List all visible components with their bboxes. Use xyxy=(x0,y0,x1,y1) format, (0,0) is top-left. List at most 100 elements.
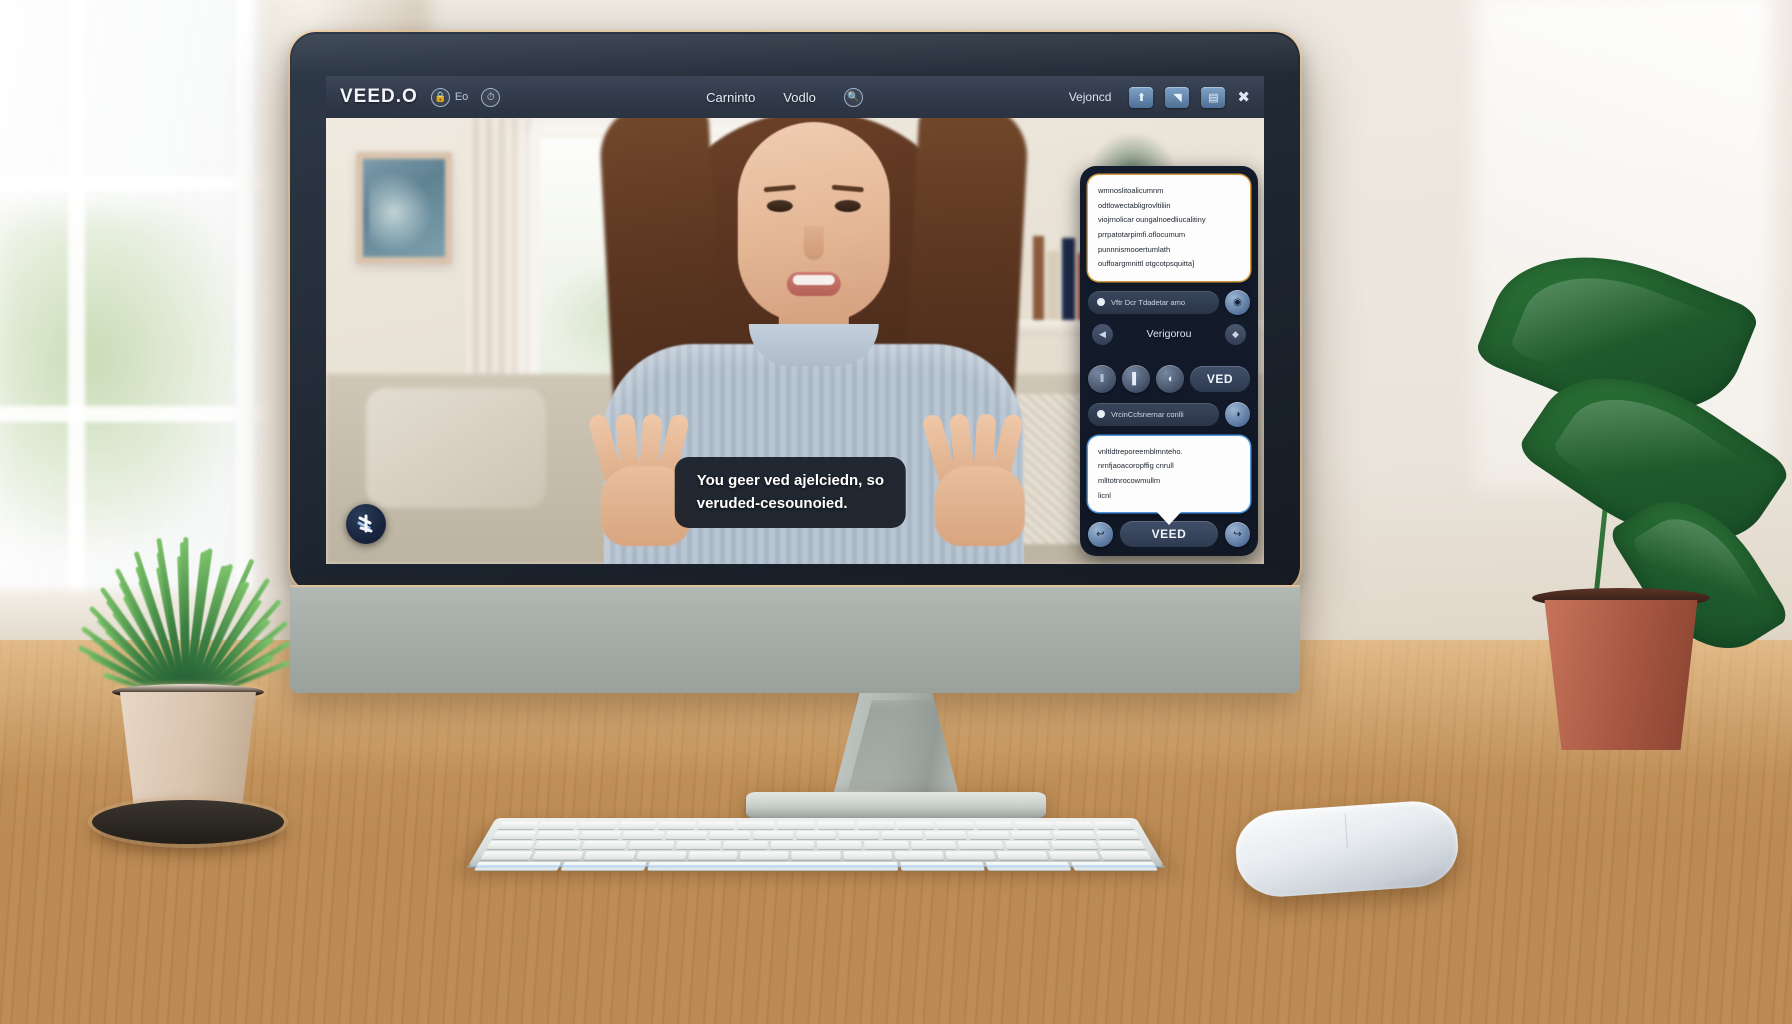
keyboard-key[interactable] xyxy=(838,831,880,840)
keyboard-key[interactable] xyxy=(617,821,657,830)
columns-tool[interactable]: ‖ xyxy=(1088,364,1116,393)
video-stage[interactable]: You geer ved ajelciedn, so veruded-cesou… xyxy=(326,118,1264,564)
color-nav-label: Verigorou xyxy=(1146,328,1192,341)
voice-option-row: VrcinCcfsnernar conlli ◑ xyxy=(1088,401,1250,427)
keyboard-key[interactable] xyxy=(532,851,585,860)
keyboard-key[interactable] xyxy=(1093,821,1135,830)
keyboard-key[interactable] xyxy=(795,831,837,840)
keyboard-key[interactable] xyxy=(1052,831,1097,840)
keyboard-key[interactable] xyxy=(577,821,618,830)
keyboard-key[interactable] xyxy=(1004,841,1052,850)
keyboard-key[interactable] xyxy=(665,831,708,840)
eyedropper-tool[interactable]: ◖ xyxy=(1156,364,1184,393)
keyboard-key[interactable] xyxy=(1014,821,1055,830)
keyboard-key[interactable] xyxy=(533,841,582,850)
keyboard-key[interactable] xyxy=(894,851,945,860)
keyboard-key[interactable] xyxy=(945,851,997,860)
eye-left xyxy=(766,200,793,212)
keyboard-key[interactable] xyxy=(1099,851,1152,860)
keyboard-key[interactable] xyxy=(687,851,738,860)
record-button[interactable]: ◉ xyxy=(1225,289,1250,315)
keyboard-key[interactable] xyxy=(843,851,893,860)
menu-vodlo[interactable]: Vodlo xyxy=(783,90,816,105)
note-line: odtlowectabligrovltiliin xyxy=(1098,200,1171,210)
keyboard-key[interactable] xyxy=(628,841,675,850)
editor-side-panel: wmnoslitoalicumnm odtlowectabligrovltili… xyxy=(1080,166,1258,556)
keyboard[interactable] xyxy=(466,818,1166,871)
undo-button[interactable]: ↩ xyxy=(1088,521,1113,547)
keyboard-key[interactable] xyxy=(722,841,768,850)
app-logo[interactable]: VEED.O xyxy=(340,86,418,108)
monitor-screen: VEED.O 🔒 Eo ⏱ Carninto Vodlo 🔍 Vejoncd ⬆… xyxy=(326,76,1264,564)
keyboard-key[interactable] xyxy=(657,821,697,830)
voice-toggle-button[interactable]: ◑ xyxy=(1225,401,1250,427)
keyboard-key[interactable] xyxy=(739,851,789,860)
keyboard-key[interactable] xyxy=(1095,831,1140,840)
keyboard-key[interactable] xyxy=(996,851,1049,860)
keyboard-key[interactable] xyxy=(864,841,910,850)
share-button[interactable]: ◥ xyxy=(1165,86,1190,108)
keyboard-key[interactable] xyxy=(486,841,535,850)
keyboard-key[interactable] xyxy=(580,841,628,850)
keyboard-key[interactable] xyxy=(622,831,665,840)
search-icon[interactable]: 🔍 xyxy=(843,87,863,107)
keyboard-key[interactable] xyxy=(709,831,751,840)
user-label[interactable]: Vejoncd xyxy=(1069,90,1112,104)
keyboard-key[interactable] xyxy=(1054,821,1095,830)
lock-chip[interactable]: 🔒 Eo xyxy=(430,87,468,107)
keyboard-key[interactable] xyxy=(957,841,1004,850)
keyboard-key[interactable] xyxy=(856,821,895,830)
close-icon[interactable]: ✖ xyxy=(1237,88,1250,106)
keyboard-key[interactable] xyxy=(1050,841,1099,850)
keyboard-key[interactable] xyxy=(752,831,794,840)
subtitle-style-pill[interactable]: Vftr Dcr Tdadetar amo xyxy=(1088,290,1219,314)
mouse[interactable] xyxy=(1233,798,1461,900)
keyboard-key[interactable] xyxy=(967,831,1010,840)
keyboard-key[interactable] xyxy=(491,831,537,840)
keyboard-key[interactable] xyxy=(635,851,687,860)
note-line: licnl xyxy=(1098,490,1111,500)
keyboard-key[interactable] xyxy=(1010,831,1054,840)
sofa-cushion-left xyxy=(366,388,546,508)
next-color-button[interactable]: ◆ xyxy=(1224,323,1246,345)
keyboard-key[interactable] xyxy=(497,821,539,830)
transcript-note-card[interactable]: wmnoslitoalicumnm odtlowectabligrovltili… xyxy=(1088,175,1250,281)
keyboard-key[interactable] xyxy=(817,821,855,830)
keyboard-key[interactable] xyxy=(584,851,636,860)
text-cursor-tool[interactable]: ▌ xyxy=(1122,364,1150,393)
keyboard-key[interactable] xyxy=(975,821,1015,830)
menu-carninto[interactable]: Carninto xyxy=(706,90,755,105)
keyboard-key[interactable] xyxy=(535,831,579,840)
panel-button[interactable]: ▤ xyxy=(1201,86,1226,108)
redo-button[interactable]: ↪ xyxy=(1225,521,1250,547)
keyboard-key[interactable] xyxy=(1097,841,1146,850)
keyboard-key[interactable] xyxy=(537,821,578,830)
keyboard-key[interactable] xyxy=(697,821,736,830)
ved-apply-button[interactable]: VED xyxy=(1190,365,1250,392)
keyboard-key[interactable] xyxy=(480,851,533,860)
keyboard-key[interactable] xyxy=(737,821,776,830)
subtitle-caption[interactable]: You geer ved ajelciedn, so veruded-cesou… xyxy=(674,457,907,528)
subtitle-style-row: Vftr Dcr Tdadetar amo ◉ xyxy=(1088,289,1250,315)
keyboard-key[interactable] xyxy=(910,841,957,850)
plant-coaster xyxy=(92,800,284,844)
keyboard-key[interactable] xyxy=(791,851,841,860)
keyboard-key[interactable] xyxy=(935,821,975,830)
pill-indicator-dot xyxy=(1097,298,1105,307)
keyboard-key[interactable] xyxy=(924,831,967,840)
tooltip-note-card[interactable]: vnltldtreporeemblmnteho. nrnfjaoacoropff… xyxy=(1088,435,1250,526)
keyboard-key[interactable] xyxy=(881,831,923,840)
keyboard-key[interactable] xyxy=(578,831,622,840)
clock-icon[interactable]: ⏱ xyxy=(481,87,501,107)
prev-arrow-button[interactable]: ◀ xyxy=(1092,323,1113,345)
keyboard-key[interactable] xyxy=(777,821,815,830)
voice-option-pill[interactable]: VrcinCcfsnernar conlli xyxy=(1088,402,1219,426)
keyboard-key[interactable] xyxy=(770,841,815,850)
keyboard-key[interactable] xyxy=(675,841,722,850)
keyboard-key[interactable] xyxy=(1047,851,1100,860)
caption-line-1: You geer ved ajelciedn, so xyxy=(696,472,885,489)
export-button[interactable]: ⬆ xyxy=(1129,86,1154,108)
keyboard-key[interactable] xyxy=(817,841,862,850)
keyboard-key[interactable] xyxy=(896,821,935,830)
app-toolbar: VEED.O 🔒 Eo ⏱ Carninto Vodlo 🔍 Vejoncd ⬆… xyxy=(326,76,1264,118)
